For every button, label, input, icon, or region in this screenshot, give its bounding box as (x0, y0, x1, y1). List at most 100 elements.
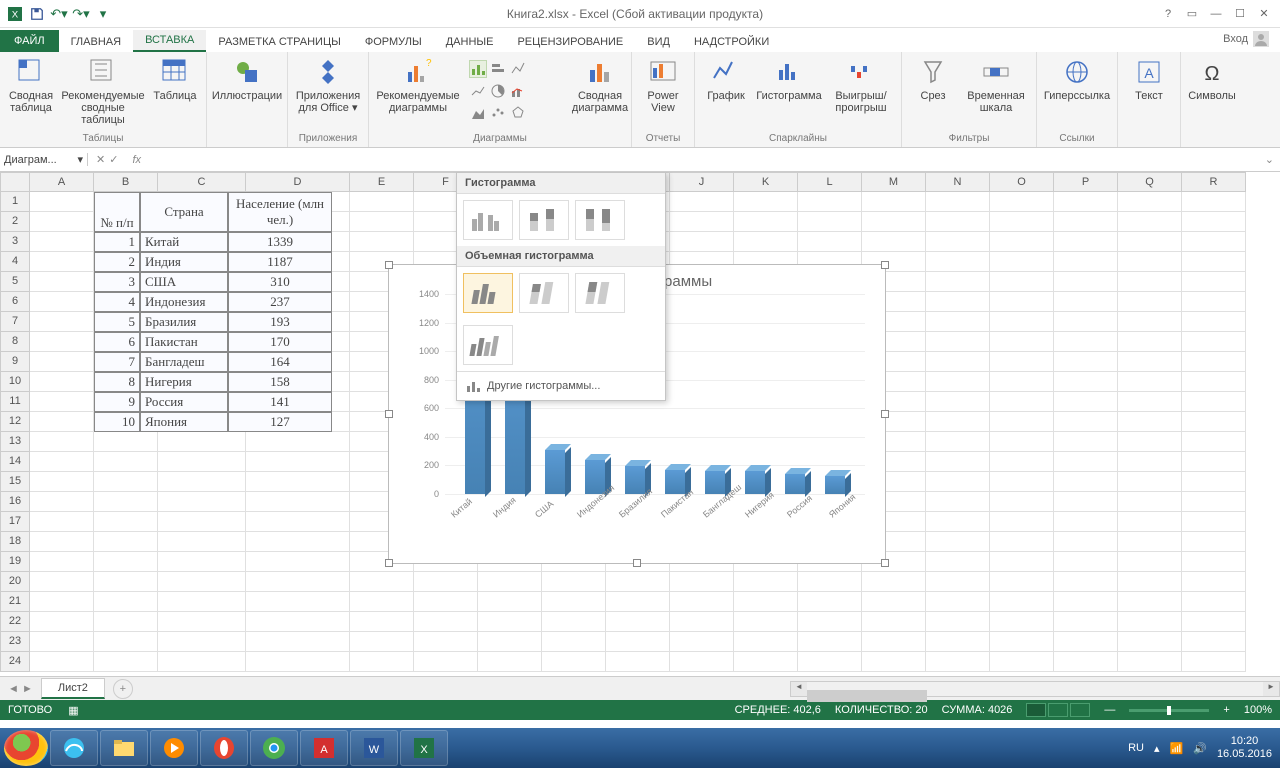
sparkline-col-button[interactable]: Гистограмма (753, 54, 825, 102)
tray-volume-icon[interactable]: 🔊 (1193, 742, 1207, 755)
hyperlink-button[interactable]: Гиперссылка (1041, 54, 1113, 102)
rec-charts-button[interactable]: ?Рекомендуемые диаграммы (373, 54, 463, 114)
col-header[interactable]: R (1182, 172, 1246, 192)
row-header[interactable]: 7 (0, 312, 30, 332)
col-header[interactable]: J (670, 172, 734, 192)
row-header[interactable]: 15 (0, 472, 30, 492)
pivot-chart-button[interactable]: Сводная диаграмма (573, 54, 627, 114)
col-header[interactable]: O (990, 172, 1054, 192)
row-header[interactable]: 9 (0, 352, 30, 372)
row-header[interactable]: 6 (0, 292, 30, 312)
help-icon[interactable]: ? (1156, 3, 1180, 25)
tab-home[interactable]: ГЛАВНАЯ (59, 32, 133, 52)
fx-icon[interactable]: fx (126, 154, 147, 166)
taskbar-word[interactable]: W (350, 730, 398, 766)
row-header[interactable]: 16 (0, 492, 30, 512)
column-chart-icon[interactable] (469, 60, 487, 78)
row-header[interactable]: 20 (0, 572, 30, 592)
table-button[interactable]: Таблица (148, 54, 202, 102)
row-header[interactable]: 19 (0, 552, 30, 572)
close-icon[interactable]: ✕ (1252, 3, 1276, 25)
tab-addins[interactable]: НАДСТРОЙКИ (682, 32, 781, 52)
rec-pivot-button[interactable]: Рекомендуемые сводные таблицы (58, 54, 148, 126)
horizontal-scrollbar[interactable]: ◄► (790, 681, 1280, 697)
taskbar-acrobat[interactable]: A (300, 730, 348, 766)
chart-bar[interactable] (705, 294, 725, 494)
tab-layout[interactable]: РАЗМЕТКА СТРАНИЦЫ (206, 32, 352, 52)
sparkline-line-button[interactable]: График (699, 54, 753, 102)
view-switcher[interactable] (1026, 703, 1090, 717)
tab-data[interactable]: ДАННЫЕ (434, 32, 506, 52)
tab-insert[interactable]: ВСТАВКА (133, 30, 206, 52)
pivot-table-button[interactable]: Сводная таблица (4, 54, 58, 114)
powerview-button[interactable]: Power View (636, 54, 690, 114)
col-header[interactable]: E (350, 172, 414, 192)
qa-customize-icon[interactable]: ▾ (92, 3, 114, 25)
name-box[interactable]: Диаграм...▾ (0, 153, 88, 166)
chart-bar[interactable] (745, 294, 765, 494)
chart-bar[interactable] (785, 294, 805, 494)
row-header[interactable]: 1 (0, 192, 30, 212)
illustrations-button[interactable]: Иллюстрации (211, 54, 283, 102)
timeline-button[interactable]: Временная шкала (960, 54, 1032, 114)
col-header[interactable]: K (734, 172, 798, 192)
row-header[interactable]: 23 (0, 632, 30, 652)
area-chart-icon[interactable] (469, 104, 487, 122)
taskbar-wmp[interactable] (150, 730, 198, 766)
login-link[interactable]: Вход (1213, 26, 1280, 52)
col-header[interactable]: P (1054, 172, 1118, 192)
ribbon-options-icon[interactable]: ▭ (1180, 3, 1204, 25)
taskbar-opera[interactable] (200, 730, 248, 766)
col-header[interactable]: A (30, 172, 94, 192)
radar-chart-icon[interactable] (509, 104, 527, 122)
add-sheet-button[interactable]: + (113, 679, 133, 699)
3d-stacked-column-option[interactable] (519, 273, 569, 313)
chart-bar[interactable] (665, 294, 685, 494)
chart-bar[interactable] (825, 294, 845, 494)
3d-column-option[interactable] (463, 325, 513, 365)
row-header[interactable]: 22 (0, 612, 30, 632)
row-header[interactable]: 2 (0, 212, 30, 232)
combo-chart-icon[interactable] (509, 82, 527, 100)
stacked-column-option[interactable] (519, 200, 569, 240)
col-header[interactable]: D (246, 172, 350, 192)
sparkline-wl-button[interactable]: Выигрыш/проигрыш (825, 54, 897, 114)
more-histograms-option[interactable]: Другие гистограммы... (457, 371, 665, 400)
zoom-slider[interactable] (1129, 709, 1209, 712)
row-header[interactable]: 3 (0, 232, 30, 252)
tray-lang[interactable]: RU (1128, 742, 1144, 754)
tab-review[interactable]: РЕЦЕНЗИРОВАНИЕ (505, 32, 635, 52)
macro-record-icon[interactable]: ▦ (68, 704, 78, 717)
row-header[interactable]: 24 (0, 652, 30, 672)
taskbar-excel[interactable]: X (400, 730, 448, 766)
row-header[interactable]: 8 (0, 332, 30, 352)
expand-formula-icon[interactable]: ⌄ (1259, 153, 1280, 166)
3d-stacked100-column-option[interactable] (575, 273, 625, 313)
apps-button[interactable]: Приложения для Office ▾ (292, 54, 364, 114)
row-header[interactable]: 17 (0, 512, 30, 532)
spreadsheet-grid[interactable]: ABCDEFGHIJKLMNOPQR 123456789101112131415… (0, 172, 1280, 676)
3d-clustered-column-option[interactable] (463, 273, 513, 313)
row-header[interactable]: 18 (0, 532, 30, 552)
undo-icon[interactable]: ↶▾ (48, 3, 70, 25)
redo-icon[interactable]: ↷▾ (70, 3, 92, 25)
col-header[interactable]: M (862, 172, 926, 192)
row-header[interactable]: 10 (0, 372, 30, 392)
zoom-out-button[interactable]: — (1104, 704, 1115, 716)
row-header[interactable]: 4 (0, 252, 30, 272)
zoom-in-button[interactable]: + (1223, 704, 1229, 716)
taskbar-ie[interactable] (50, 730, 98, 766)
col-header[interactable]: B (94, 172, 158, 192)
tab-view[interactable]: ВИД (635, 32, 682, 52)
col-header[interactable]: N (926, 172, 990, 192)
select-all-corner[interactable] (0, 172, 30, 192)
sheet-nav[interactable]: ◄ ► (0, 683, 41, 695)
text-button[interactable]: AТекст (1122, 54, 1176, 102)
clustered-column-option[interactable] (463, 200, 513, 240)
stacked100-column-option[interactable] (575, 200, 625, 240)
row-header[interactable]: 12 (0, 412, 30, 432)
scatter-chart-icon[interactable] (489, 104, 507, 122)
slicer-button[interactable]: Срез (906, 54, 960, 102)
row-header[interactable]: 5 (0, 272, 30, 292)
row-header[interactable]: 21 (0, 592, 30, 612)
